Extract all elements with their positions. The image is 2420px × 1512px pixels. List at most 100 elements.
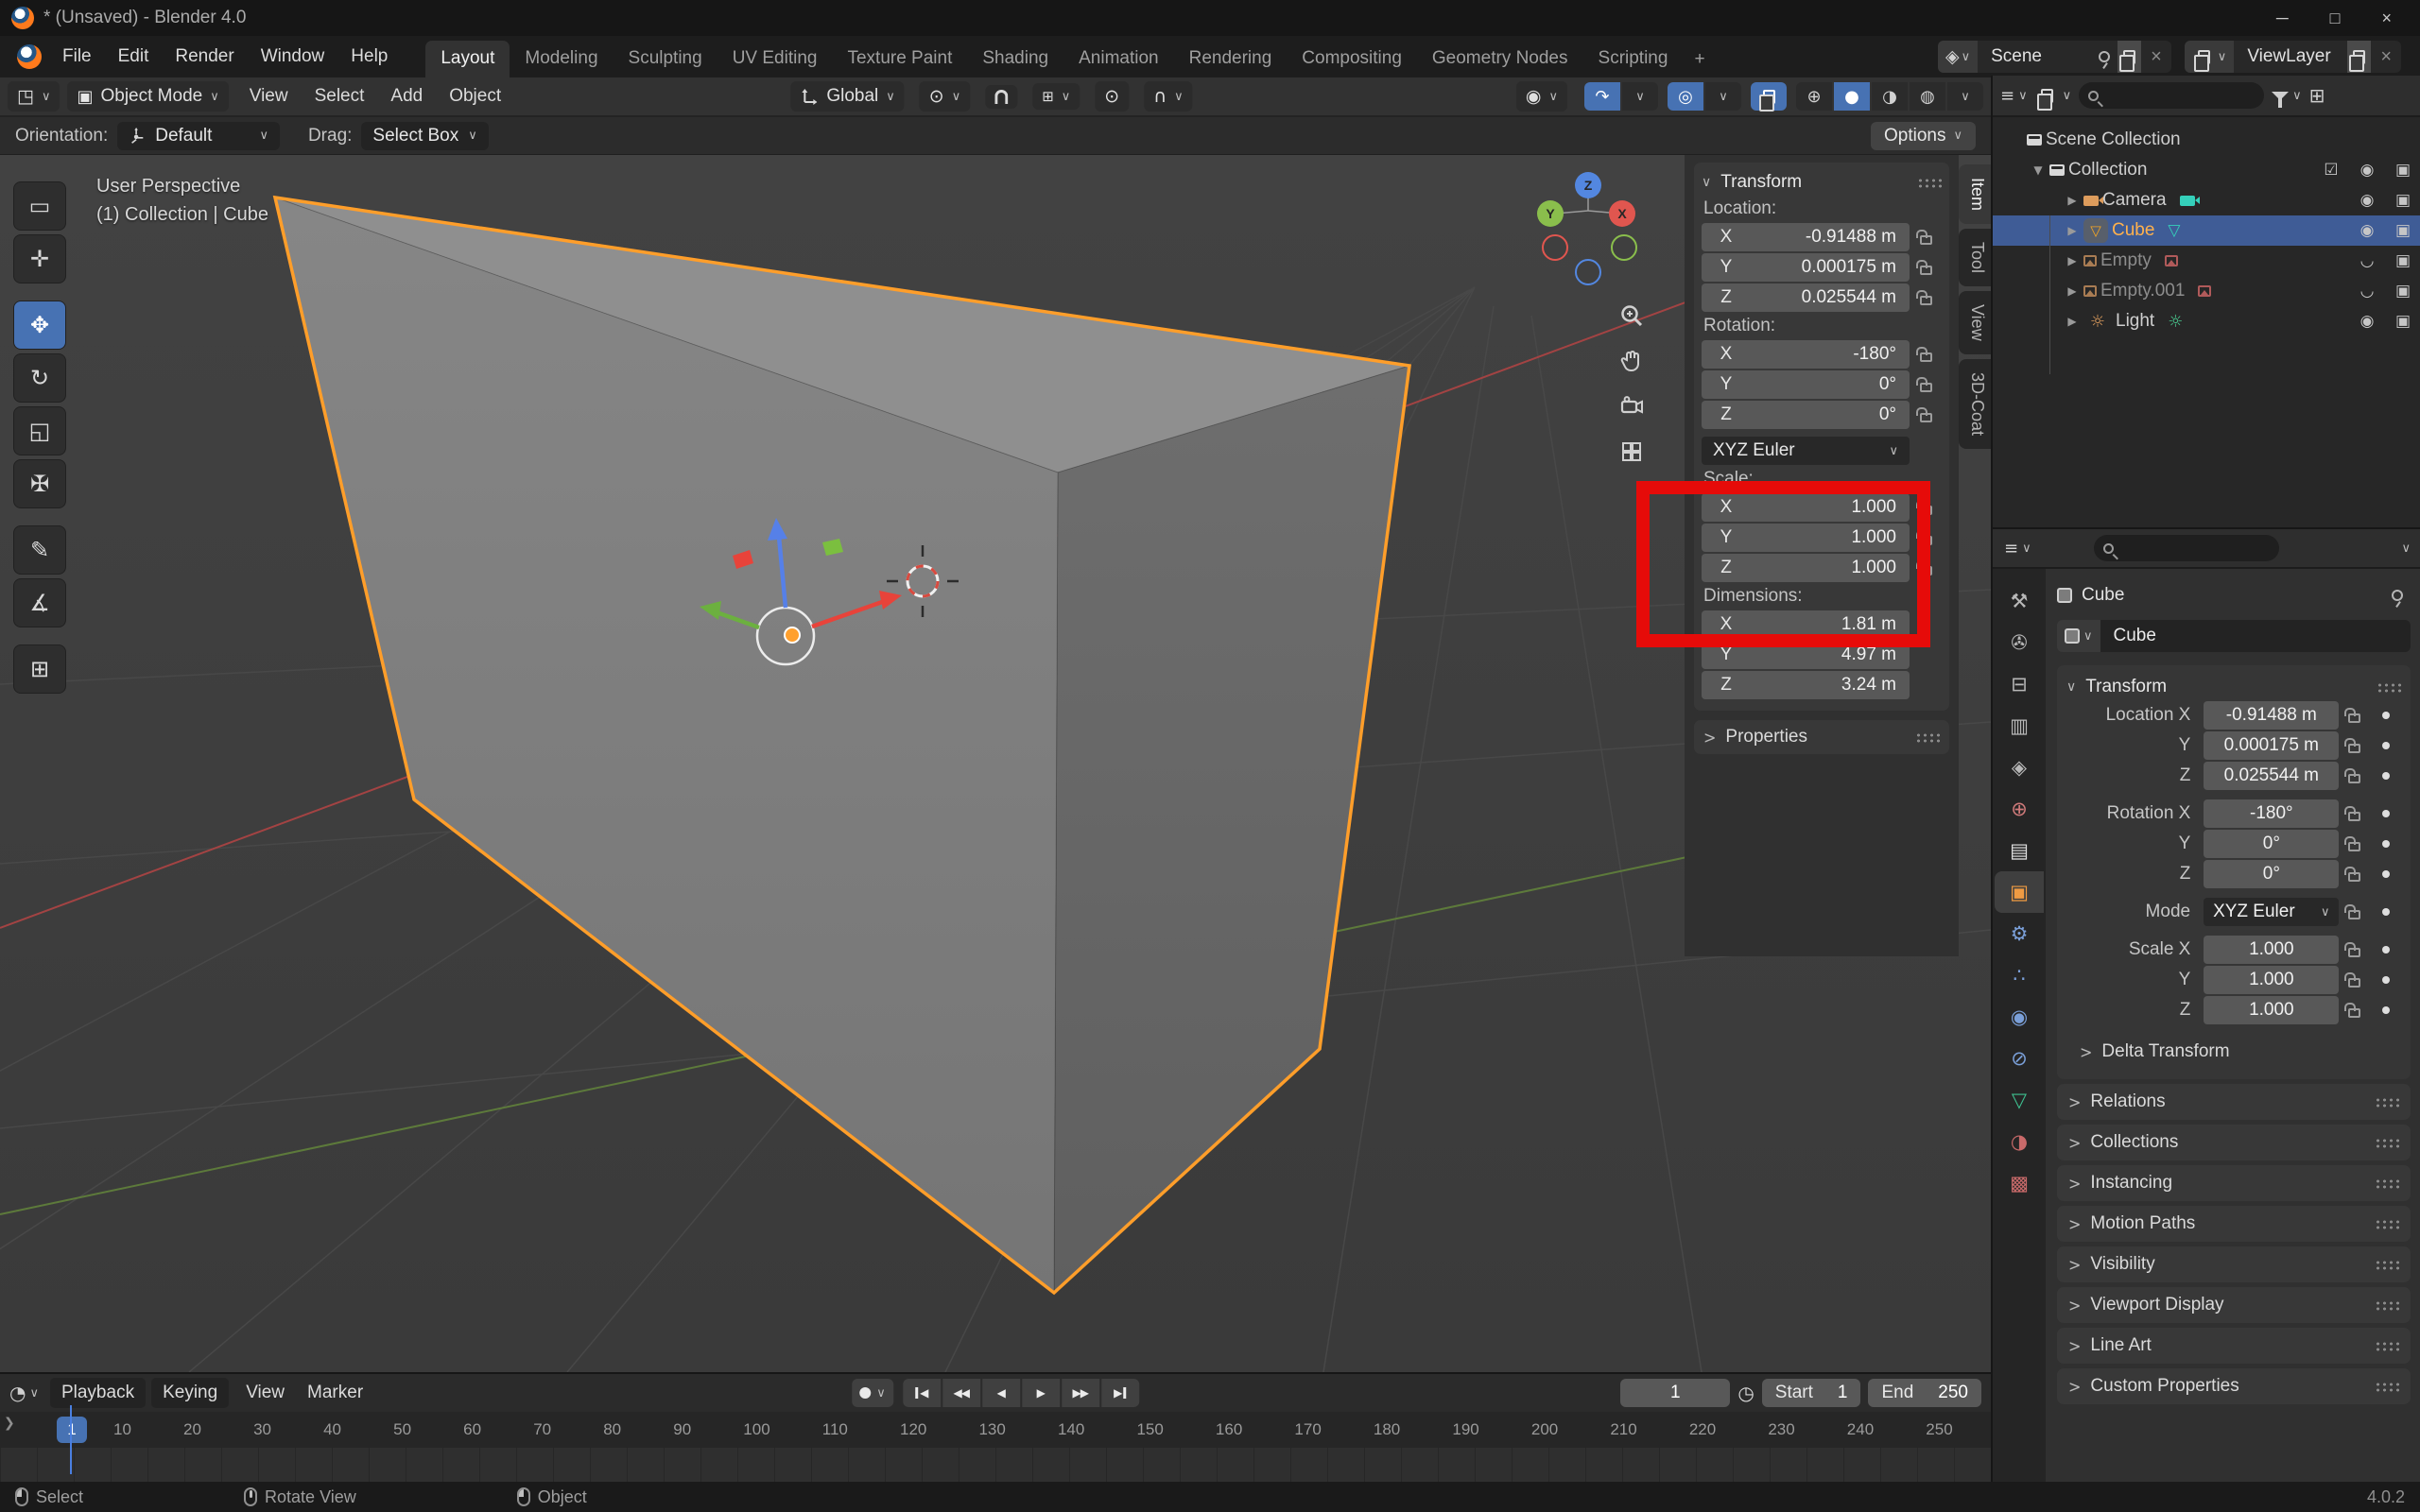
n-panel-tab[interactable]: Tool: [1959, 229, 1991, 286]
properties-tab[interactable]: ▣: [1995, 871, 2044, 913]
properties-tab[interactable]: ▥: [1996, 705, 2042, 747]
outliner-row[interactable]: ▶ Empty.001 ◡ ▣: [1993, 276, 2420, 306]
tool-button[interactable]: ▭: [13, 181, 66, 231]
viewport-menu[interactable]: Object: [436, 80, 514, 112]
unlock-icon[interactable]: [2348, 774, 2360, 783]
property-field[interactable]: 0°∨: [2204, 860, 2339, 888]
panel-grip-icon[interactable]: [2375, 1341, 2399, 1351]
properties-tab[interactable]: ⚙: [1996, 913, 2042, 954]
camera-view-button[interactable]: [1613, 387, 1651, 425]
unlock-icon[interactable]: [1920, 235, 1932, 245]
collapsed-panel[interactable]: > Motion Paths: [2057, 1206, 2411, 1242]
number-field[interactable]: X-180°: [1702, 340, 1910, 369]
nav-axis-z-neg[interactable]: [1575, 259, 1601, 285]
disable-in-renders-toggle[interactable]: ▣: [2392, 191, 2414, 210]
unlock-icon[interactable]: [2348, 872, 2360, 882]
playhead-line[interactable]: [70, 1405, 72, 1474]
shading-solid-button[interactable]: ●: [1834, 82, 1870, 111]
property-field[interactable]: XYZ Euler∨: [2204, 898, 2339, 926]
property-field[interactable]: -180°∨: [2204, 799, 2339, 828]
menubar-menu[interactable]: Render: [162, 41, 247, 73]
transport-button[interactable]: ◀: [903, 1379, 941, 1407]
close-button[interactable]: ×: [2381, 9, 2392, 28]
collapsed-panel[interactable]: > Relations: [2057, 1084, 2411, 1120]
disable-in-renders-toggle[interactable]: ▣: [2392, 282, 2414, 301]
properties-tab[interactable]: ◉: [1996, 996, 2042, 1038]
pivot-point-selector[interactable]: ⊙∨: [920, 81, 970, 112]
animate-property-dot[interactable]: [2382, 870, 2390, 878]
hide-in-viewport-toggle[interactable]: ◉: [2356, 312, 2378, 331]
properties-search-input[interactable]: [2094, 535, 2279, 561]
menubar-menu[interactable]: Edit: [105, 41, 163, 73]
number-field[interactable]: Z0°: [1702, 401, 1910, 429]
view-layer-selector[interactable]: ∨ ViewLayer ×: [2185, 41, 2401, 73]
tool-button[interactable]: ⊞: [13, 644, 66, 694]
workspace-tab[interactable]: Modeling: [510, 41, 613, 77]
panel-grip-icon[interactable]: [2375, 1097, 2399, 1108]
properties-tab[interactable]: ⊘: [1996, 1038, 2042, 1079]
animate-property-dot[interactable]: [2382, 772, 2390, 780]
properties-tab[interactable]: ◈: [1996, 747, 2042, 788]
n-panel-tab[interactable]: 3D-Coat: [1959, 359, 1991, 449]
outliner-row[interactable]: Scene Collection: [1993, 125, 2420, 155]
workspace-tab[interactable]: Compositing: [1287, 41, 1417, 77]
panel-grip-icon[interactable]: [2375, 1219, 2399, 1229]
n-panel-tab[interactable]: Item: [1959, 164, 1991, 224]
properties-tab[interactable]: ⚒: [1996, 580, 2042, 622]
property-field[interactable]: 1.000∨: [2204, 996, 2339, 1024]
number-field[interactable]: X-0.91488 m: [1702, 223, 1910, 251]
outliner-editor-type-button[interactable]: ≡∨: [2000, 86, 2028, 106]
workspace-tab[interactable]: Geometry Nodes: [1417, 41, 1583, 77]
pin-icon[interactable]: [2099, 51, 2110, 62]
scene-selector[interactable]: ◈∨ Scene ×: [1938, 41, 2171, 73]
unlock-icon[interactable]: [2348, 713, 2360, 723]
object-name[interactable]: Empty: [2100, 250, 2152, 271]
proportional-falloff-selector[interactable]: ∩∨: [1144, 81, 1192, 112]
disclosure-triangle-icon[interactable]: ▶: [2061, 284, 2083, 298]
disclosure-triangle-icon[interactable]: ▶: [2061, 315, 2083, 328]
unlock-icon[interactable]: [1920, 383, 1932, 392]
panel-grip-icon[interactable]: [2375, 1178, 2399, 1189]
workspace-tab[interactable]: Layout: [425, 41, 510, 77]
hide-in-viewport-toggle[interactable]: ◡: [2356, 251, 2378, 270]
object-name[interactable]: Cube: [2112, 220, 2154, 241]
disable-in-renders-toggle[interactable]: ▣: [2392, 251, 2414, 270]
xray-toggle[interactable]: [1751, 82, 1787, 111]
tool-button[interactable]: ∡: [13, 578, 66, 627]
property-field[interactable]: 1.000∨: [2204, 936, 2339, 964]
panel-grip-icon[interactable]: [2375, 1138, 2399, 1148]
animate-property-dot[interactable]: [2382, 946, 2390, 954]
outliner-row[interactable]: ▶ ☼ Light ☼ ◉ ▣: [1993, 306, 2420, 336]
scene-name[interactable]: Scene: [1978, 46, 2091, 67]
new-collection-button[interactable]: ⊞: [2309, 84, 2325, 107]
snap-settings[interactable]: ⊞∨: [1032, 83, 1080, 110]
proportional-editing-toggle[interactable]: ⊙: [1095, 81, 1129, 112]
unlock-icon[interactable]: [2348, 842, 2360, 851]
pin-icon[interactable]: [2392, 590, 2403, 601]
drag-selector[interactable]: Select Box∨: [361, 122, 488, 150]
auto-keying-button[interactable]: ∨: [852, 1379, 893, 1407]
outliner-search-input[interactable]: [2079, 82, 2264, 109]
transform-panel-header[interactable]: ∨ Transform: [2066, 673, 2401, 701]
properties-tab[interactable]: ✇: [1996, 622, 2042, 663]
transport-button[interactable]: ◀: [982, 1379, 1020, 1407]
minimize-button[interactable]: ─: [2276, 9, 2289, 28]
workspace-tab[interactable]: Rendering: [1174, 41, 1288, 77]
properties-editor-type-button[interactable]: ≡∨: [2004, 539, 2031, 558]
workspace-tab[interactable]: Animation: [1063, 41, 1174, 77]
workspace-tab[interactable]: UV Editing: [717, 41, 833, 77]
timeline-menu[interactable]: Keying: [151, 1378, 229, 1408]
animate-property-dot[interactable]: [2382, 810, 2390, 817]
timeline-editor-type-button[interactable]: ◔∨: [9, 1382, 39, 1404]
unlock-icon[interactable]: [1920, 296, 1932, 305]
object-name[interactable]: Light: [2116, 311, 2154, 332]
disable-in-renders-toggle[interactable]: ▣: [2392, 161, 2414, 180]
maximize-button[interactable]: □: [2330, 9, 2341, 28]
properties-tab[interactable]: ◑: [1996, 1121, 2042, 1162]
object-name-field[interactable]: Cube: [2100, 620, 2411, 652]
collapsed-panel[interactable]: > Visibility: [2057, 1246, 2411, 1282]
animate-property-dot[interactable]: [2382, 712, 2390, 719]
property-field[interactable]: -0.91488 m∨: [2204, 701, 2339, 730]
panel-grip-icon[interactable]: [1917, 178, 1942, 188]
gizmo-dropdown[interactable]: ∨: [1622, 82, 1658, 111]
